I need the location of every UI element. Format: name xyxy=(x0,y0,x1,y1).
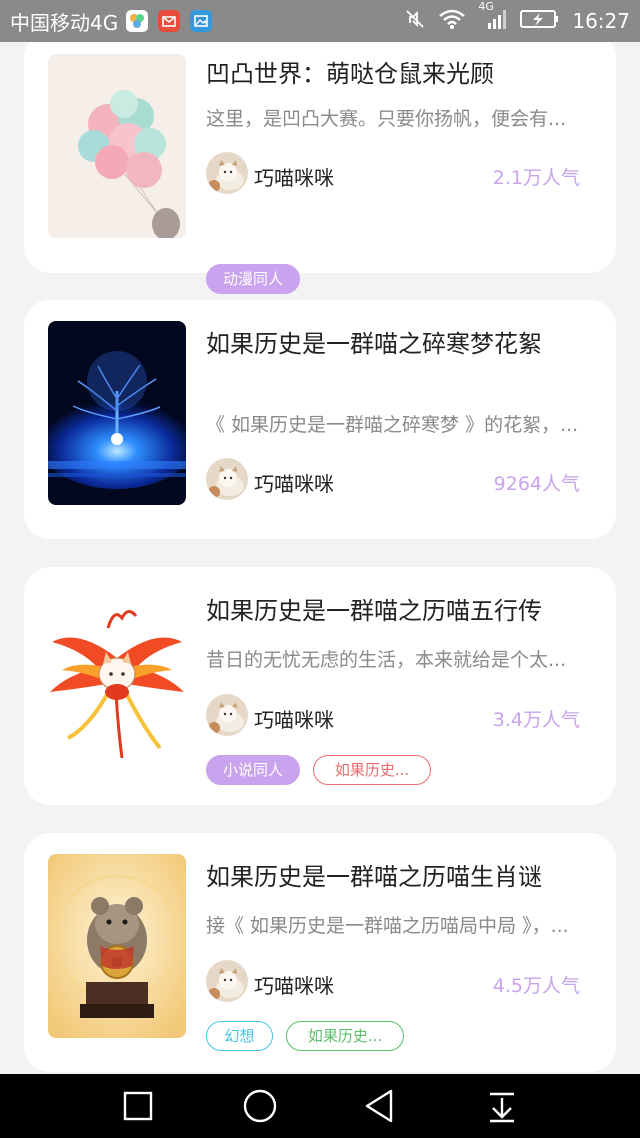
story-cover-image[interactable] xyxy=(48,854,186,1038)
popularity-count: 4.5万人气 xyxy=(492,975,580,997)
tag-chip[interactable]: 如果历史... xyxy=(286,1021,404,1051)
story-cover-image[interactable] xyxy=(48,54,186,238)
popularity-count: 3.4万人气 xyxy=(492,709,580,731)
story-feed[interactable]: 凹凸世界：萌哒仓鼠来光顾 这里，是凹凸大赛。只要你扬帆，便会有... 巧喵咪咪 … xyxy=(0,42,640,1074)
author-avatar[interactable] xyxy=(206,960,248,1002)
carrier-label: 中国移动4G xyxy=(10,10,119,35)
story-card[interactable]: 如果历史是一群喵之历喵五行传 昔日的无忧无虑的生活，本来就给是个太... 巧喵咪… xyxy=(24,567,616,805)
story-card[interactable]: 如果历史是一群喵之碎寒梦花絮 《 如果历史是一群喵之碎寒梦 》的花絮，... 巧… xyxy=(24,300,616,539)
network-type-badge: 4G xyxy=(478,0,494,13)
recent-apps-button[interactable] xyxy=(118,1086,158,1126)
author-name[interactable]: 巧喵咪咪 xyxy=(254,704,334,733)
tag-chip[interactable]: 如果历史... xyxy=(313,755,431,785)
clock: 16:27 xyxy=(572,9,630,33)
gallery-app-icon xyxy=(190,10,213,32)
popularity-count: 9264人气 xyxy=(493,473,580,495)
story-title[interactable]: 如果历史是一群喵之历喵五行传 xyxy=(206,591,596,626)
status-bar: 中国移动4G 4G 16:27 xyxy=(0,0,640,42)
story-description: 接《 如果历史是一群喵之历喵局中局 》，... xyxy=(206,915,569,937)
popularity-count: 2.1万人气 xyxy=(492,167,580,189)
story-cover-image[interactable] xyxy=(48,588,186,772)
photos-app-icon xyxy=(126,10,149,32)
battery-charging-icon xyxy=(520,8,560,35)
author-avatar[interactable] xyxy=(206,458,248,500)
author-name[interactable]: 巧喵咪咪 xyxy=(254,162,334,191)
author-avatar[interactable] xyxy=(206,152,248,194)
home-button[interactable] xyxy=(240,1086,280,1126)
story-card[interactable]: 凹凸世界：萌哒仓鼠来光顾 这里，是凹凸大赛。只要你扬帆，便会有... 巧喵咪咪 … xyxy=(24,42,616,294)
system-navigation-bar xyxy=(0,1074,640,1138)
story-title[interactable]: 凹凸世界：萌哒仓鼠来光顾 xyxy=(206,54,596,89)
author-name[interactable]: 巧喵咪咪 xyxy=(254,468,334,497)
story-description: 昔日的无忧无虑的生活，本来就给是个太... xyxy=(206,649,567,671)
story-cover-image[interactable] xyxy=(48,321,186,505)
tag-chip[interactable]: 幻想 xyxy=(206,1021,273,1051)
author-avatar[interactable] xyxy=(206,694,248,736)
mute-icon xyxy=(404,8,426,35)
notification-pull-button[interactable] xyxy=(482,1086,522,1126)
story-description: 这里，是凹凸大赛。只要你扬帆，便会有... xyxy=(206,108,567,130)
tag-chip[interactable]: 小说同人 xyxy=(206,755,300,785)
story-title[interactable]: 如果历史是一群喵之历喵生肖谜 xyxy=(206,857,596,892)
back-button[interactable] xyxy=(360,1086,400,1126)
wifi-icon xyxy=(438,8,466,35)
mail-app-icon xyxy=(158,10,181,32)
author-name[interactable]: 巧喵咪咪 xyxy=(254,970,334,999)
signal-icon: 4G xyxy=(478,0,508,35)
story-title[interactable]: 如果历史是一群喵之碎寒梦花絮 xyxy=(206,324,596,359)
tag-chip[interactable]: 动漫同人 xyxy=(206,264,300,294)
story-card[interactable]: 如果历史是一群喵之历喵生肖谜 接《 如果历史是一群喵之历喵局中局 》，... 巧… xyxy=(24,833,616,1072)
story-description: 《 如果历史是一群喵之碎寒梦 》的花絮，... xyxy=(206,414,579,436)
